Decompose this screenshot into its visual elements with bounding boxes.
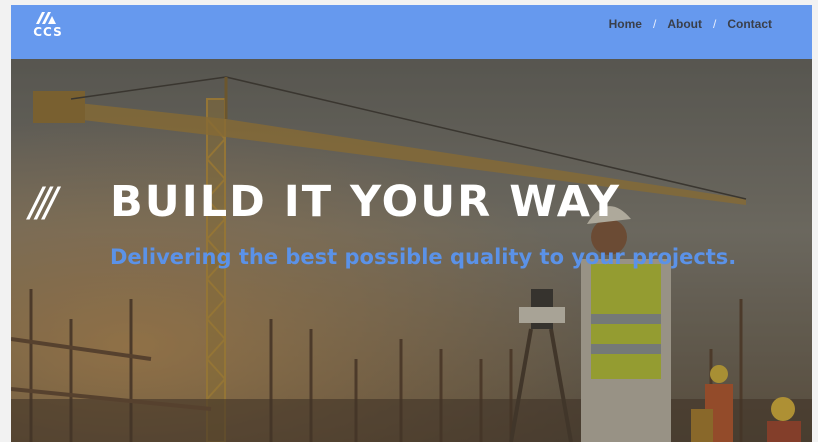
nav-contact-link[interactable]: Contact [727, 17, 772, 31]
nav-home-link[interactable]: Home [609, 17, 642, 31]
nav-about-link[interactable]: About [667, 17, 702, 31]
brand-logo[interactable]: CCS [28, 11, 68, 39]
nav-separator: / [712, 17, 717, 31]
top-navbar: CCS Home / About / Contact [11, 5, 812, 59]
logo-mark-icon [36, 12, 56, 24]
hero-section: /// BUILD IT YOUR WAY Delivering the bes… [11, 59, 812, 442]
nav-separator: / [652, 17, 657, 31]
hero-title: BUILD IT YOUR WAY [110, 177, 622, 227]
page-frame: CCS Home / About / Contact /// BUILD IT … [11, 5, 812, 442]
hero-subtitle: Delivering the best possible quality to … [110, 245, 737, 269]
main-nav: Home / About / Contact [609, 17, 772, 31]
hero-slashes-decoration: /// [29, 180, 58, 226]
logo-text: CCS [33, 25, 63, 39]
